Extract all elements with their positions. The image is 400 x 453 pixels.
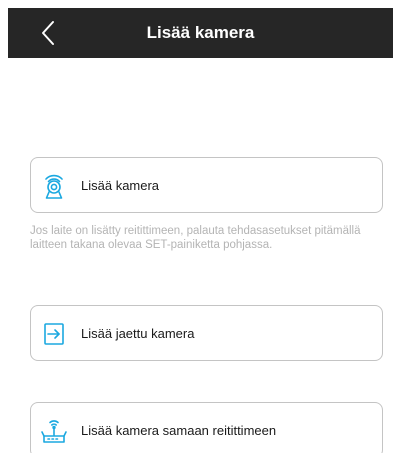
back-button[interactable] [34, 18, 64, 48]
hint-text: Jos laite on lisätty reitittimeen, palau… [30, 225, 361, 251]
add-camera-button[interactable]: Lisää kamera [30, 157, 383, 213]
add-camera-same-router-button[interactable]: Lisää kamera samaan reitittimeen [30, 402, 383, 453]
router-icon [39, 416, 69, 446]
add-shared-camera-label: Lisää jaettu kamera [81, 325, 195, 341]
top-bar: Lisää kamera [8, 8, 393, 58]
add-shared-camera-button[interactable]: Lisää jaettu kamera [30, 305, 383, 361]
add-camera-label: Lisää kamera [81, 177, 160, 193]
add-camera-same-router-label: Lisää kamera samaan reitittimeen [81, 422, 277, 438]
page-title: Lisää kamera [146, 23, 255, 42]
share-in-icon [39, 319, 69, 349]
chevron-left-icon [42, 21, 54, 45]
camera-signal-icon [39, 171, 69, 201]
